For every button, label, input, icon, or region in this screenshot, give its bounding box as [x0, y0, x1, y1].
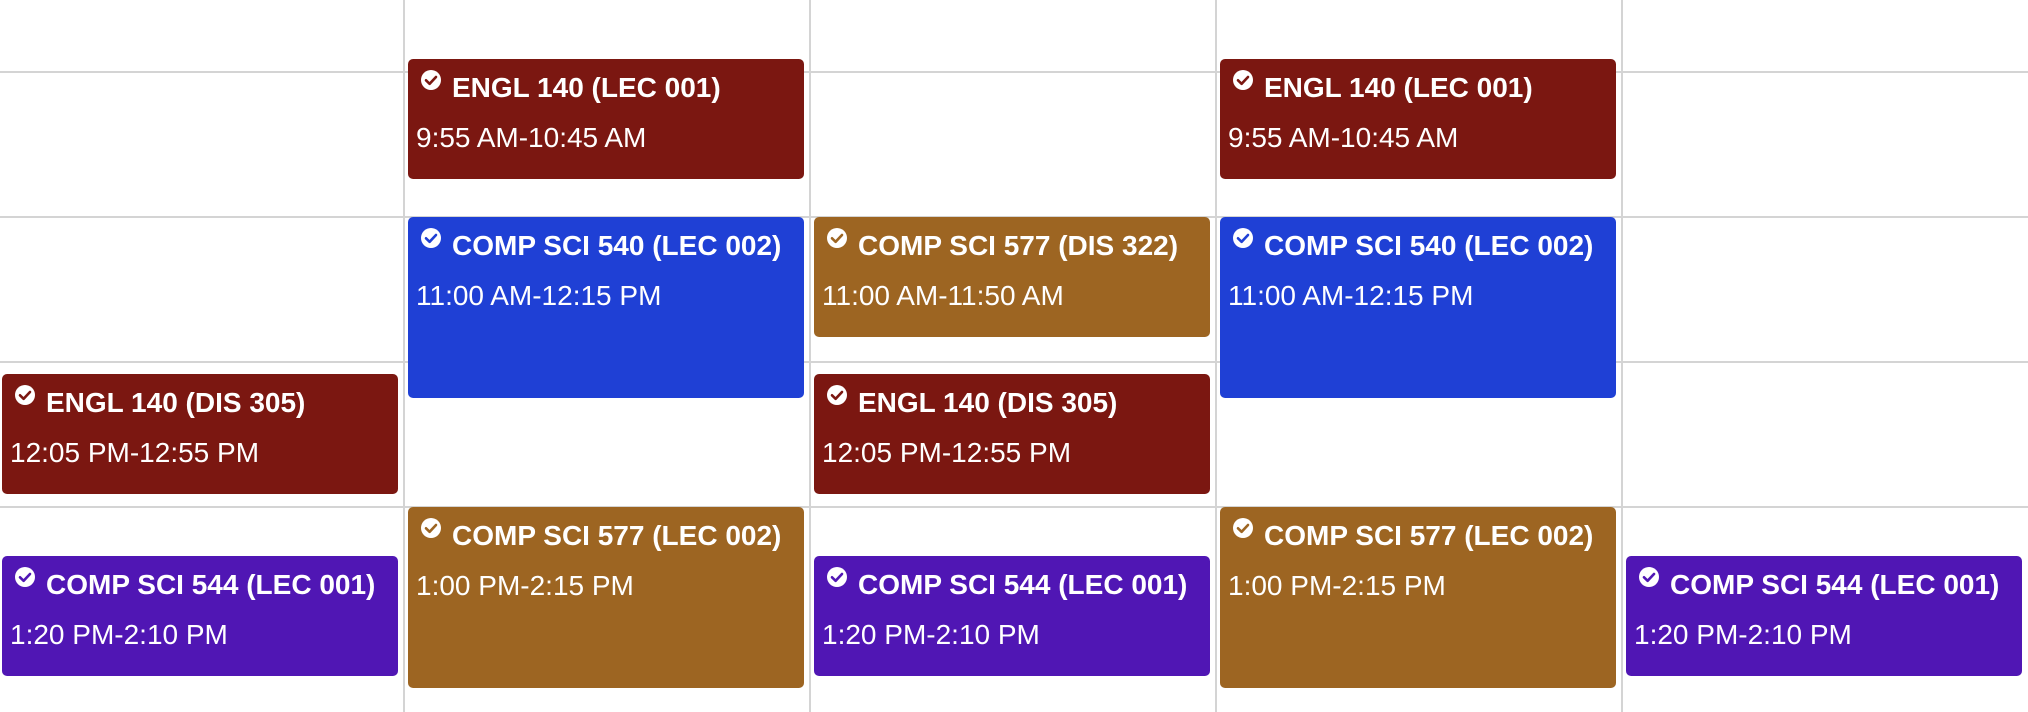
event-title: COMP SCI 540 (LEC 002) — [452, 230, 782, 261]
check-circle-icon — [1638, 566, 1660, 588]
check-circle-icon — [420, 69, 442, 91]
check-circle-icon — [826, 384, 848, 406]
check-circle-icon — [1232, 227, 1254, 249]
event-time: 9:55 AM-10:45 AM — [416, 122, 647, 153]
event-title: COMP SCI 577 (LEC 002) — [452, 520, 782, 551]
event-title: COMP SCI 577 (LEC 002) — [1264, 520, 1594, 551]
event-time: 1:20 PM-2:10 PM — [822, 619, 1040, 650]
event-time: 1:00 PM-2:15 PM — [416, 570, 634, 601]
event-title: ENGL 140 (LEC 001) — [452, 72, 721, 103]
check-circle-icon — [826, 227, 848, 249]
event-block[interactable]: COMP SCI 544 (LEC 001) 1:20 PM-2:10 PM — [1626, 556, 2022, 676]
event-block[interactable]: COMP SCI 544 (LEC 001) 1:20 PM-2:10 PM — [2, 556, 398, 676]
event-time: 11:00 AM-11:50 AM — [822, 280, 1064, 311]
event-block[interactable]: COMP SCI 540 (LEC 002) 11:00 AM-12:15 PM — [1220, 217, 1616, 398]
check-circle-icon — [1232, 517, 1254, 539]
day-column-divider — [809, 0, 811, 712]
hour-gridline — [0, 71, 2028, 73]
event-title: COMP SCI 544 (LEC 001) — [858, 569, 1188, 600]
event-block[interactable]: ENGL 140 (LEC 001) 9:55 AM-10:45 AM — [1220, 59, 1616, 179]
event-title: ENGL 140 (DIS 305) — [46, 387, 306, 418]
event-block[interactable]: COMP SCI 544 (LEC 001) 1:20 PM-2:10 PM — [814, 556, 1210, 676]
check-circle-icon — [14, 566, 36, 588]
event-time: 1:00 PM-2:15 PM — [1228, 570, 1446, 601]
event-block[interactable]: COMP SCI 577 (DIS 322) 11:00 AM-11:50 AM — [814, 217, 1210, 337]
event-title: ENGL 140 (LEC 001) — [1264, 72, 1533, 103]
event-block[interactable]: COMP SCI 577 (LEC 002) 1:00 PM-2:15 PM — [408, 507, 804, 688]
event-time: 11:00 AM-12:15 PM — [416, 280, 662, 311]
day-column-divider — [1215, 0, 1217, 712]
event-time: 1:20 PM-2:10 PM — [1634, 619, 1852, 650]
event-title: COMP SCI 544 (LEC 001) — [1670, 569, 2000, 600]
check-circle-icon — [420, 517, 442, 539]
check-circle-icon — [1232, 69, 1254, 91]
event-time: 12:05 PM-12:55 PM — [822, 437, 1072, 468]
hour-gridline — [0, 506, 2028, 508]
check-circle-icon — [14, 384, 36, 406]
event-title: COMP SCI 577 (DIS 322) — [858, 230, 1179, 261]
event-block[interactable]: COMP SCI 577 (LEC 002) 1:00 PM-2:15 PM — [1220, 507, 1616, 688]
hour-gridline — [0, 361, 2028, 363]
event-title: COMP SCI 540 (LEC 002) — [1264, 230, 1594, 261]
event-time: 11:00 AM-12:15 PM — [1228, 280, 1474, 311]
check-circle-icon — [420, 227, 442, 249]
event-time: 9:55 AM-10:45 AM — [1228, 122, 1459, 153]
event-title: ENGL 140 (DIS 305) — [858, 387, 1118, 418]
weekly-calendar-grid: ENGL 140 (LEC 001) 9:55 AM-10:45 AM ENGL… — [0, 0, 2028, 712]
day-column-divider — [403, 0, 405, 712]
event-block[interactable]: ENGL 140 (LEC 001) 9:55 AM-10:45 AM — [408, 59, 804, 179]
event-time: 1:20 PM-2:10 PM — [10, 619, 228, 650]
event-block[interactable]: ENGL 140 (DIS 305) 12:05 PM-12:55 PM — [2, 374, 398, 494]
day-column-divider — [1621, 0, 1623, 712]
event-time: 12:05 PM-12:55 PM — [10, 437, 260, 468]
check-circle-icon — [826, 566, 848, 588]
event-block[interactable]: COMP SCI 540 (LEC 002) 11:00 AM-12:15 PM — [408, 217, 804, 398]
event-title: COMP SCI 544 (LEC 001) — [46, 569, 376, 600]
event-block[interactable]: ENGL 140 (DIS 305) 12:05 PM-12:55 PM — [814, 374, 1210, 494]
